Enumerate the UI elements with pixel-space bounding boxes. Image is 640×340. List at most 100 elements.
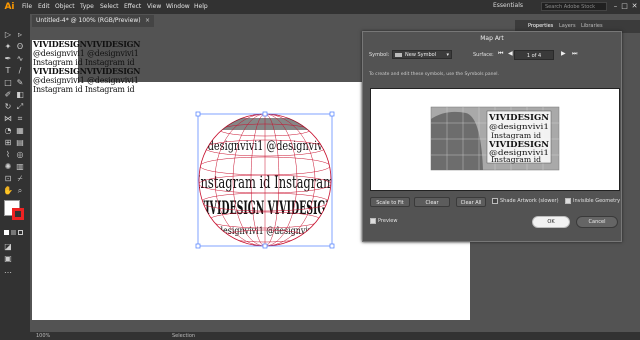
shape-builder-tool-icon[interactable]: ◔ [3,126,13,136]
graph-tool-icon[interactable]: ▥ [15,162,25,172]
map-art-preview: VIVIDESIGN @designvivi1 Instagram id VIV… [370,88,620,191]
line-tool-icon[interactable]: / [15,66,25,76]
document-tab-title: Untitled-4* @ 100% (RGB/Preview) [36,17,141,24]
symbol-select-value: New Symbol [405,52,437,58]
paintbrush-tool-icon[interactable]: ✎ [15,78,25,88]
zoom-tool-icon[interactable]: ⌕ [15,186,25,196]
maximize-icon[interactable]: □ [620,2,629,11]
menu-edit[interactable]: Edit [38,3,50,10]
symbol-text-line: VIVIDESIGN [488,139,549,149]
tab-layers[interactable]: Layers [559,23,576,29]
lasso-tool-icon[interactable]: ʘ [15,42,25,52]
rotate-tool-icon[interactable]: ↻ [3,102,13,112]
selection-handle[interactable] [262,243,268,249]
selection-tool-icon[interactable]: ▷ [3,30,13,40]
selection-handle[interactable] [329,243,335,249]
surface-map-svg[interactable]: VIVIDESIGN @designvivi1 Instagram id VIV… [371,89,619,190]
minimize-icon[interactable]: – [611,2,620,11]
canvas-text-line: @designvivi1 @designvivi1 [33,76,139,85]
slice-tool-icon[interactable]: ⌿ [15,174,25,184]
preview-checkbox[interactable] [370,218,376,224]
stock-search-input[interactable]: Search Adobe Stock [541,2,607,11]
menu-object[interactable]: Object [55,3,75,10]
selection-handle[interactable] [262,111,268,117]
menu-window[interactable]: Window [166,3,190,10]
selection-handle[interactable] [329,111,335,117]
canvas-text-line: @designvivi1 @designvivi1 [33,49,139,58]
menu-bar: Ai File Edit Object Type Select Effect V… [0,0,640,14]
document-tab[interactable]: Untitled-4* @ 100% (RGB/Preview) × [32,15,154,27]
screen-mode-icon[interactable]: ▣ [3,254,13,264]
symbols-panel-hint: To create and edit these symbols, use th… [369,72,499,77]
ok-button[interactable]: OK [532,216,570,228]
pen-tool-icon[interactable]: ✒ [3,54,13,64]
hand-tool-icon[interactable]: ✋ [3,186,13,196]
tab-properties[interactable]: Properties [528,23,553,29]
perspective-grid-tool-icon[interactable]: ▦ [15,126,25,136]
free-transform-tool-icon[interactable]: ⌗ [15,114,25,124]
clear-all-button[interactable]: Clear All [456,197,486,207]
stroke-swatch[interactable] [12,208,24,220]
menu-help[interactable]: Help [194,3,208,10]
selection-handle[interactable] [195,243,201,249]
shaper-tool-icon[interactable]: ✐ [3,90,13,100]
scale-tool-icon[interactable]: ⤢ [15,102,25,112]
invisible-geometry-checkbox[interactable] [565,198,571,204]
canvas-text-line: VIVIDESIGNVIVIDESIGN [33,39,141,49]
magic-wand-tool-icon[interactable]: ✦ [3,42,13,52]
menu-file[interactable]: File [22,3,32,10]
eraser-tool-icon[interactable]: ◧ [15,90,25,100]
symbol-thumbnail-icon [395,53,402,57]
chevron-down-icon: ▾ [446,52,449,58]
previous-surface-icon[interactable]: ◀ [508,50,513,57]
gradient-mode-icon[interactable] [11,230,16,235]
more-tools-icon[interactable]: … [3,266,13,276]
menu-effect[interactable]: Effect [124,3,141,10]
shade-artwork-label: Shade Artwork (slower) [500,198,559,204]
workspace-switcher[interactable]: Essentials [493,2,523,9]
surface-page-field[interactable]: 1 of 4 [514,50,554,60]
illustrator-logo: Ai [4,2,15,12]
eyedropper-tool-icon[interactable]: ⌇ [3,150,13,160]
menu-view[interactable]: View [147,3,161,10]
sphere-mapped-art[interactable]: @designvivi1 @designvivi1 Instagram id I… [190,110,340,252]
source-text-block[interactable]: VIVIDESIGNVIVIDESIGN @designvivi1 @desig… [33,39,141,95]
none-mode-icon[interactable] [18,230,23,235]
symbol-text-line: Instagram id [491,156,542,164]
draw-mode-icon[interactable]: ◪ [3,242,13,252]
curvature-tool-icon[interactable]: ∿ [15,54,25,64]
shade-artwork-checkbox[interactable] [492,198,498,204]
invisible-geometry-label: Invisible Geometry [573,198,621,204]
mesh-tool-icon[interactable]: ⊞ [3,138,13,148]
canvas-text-line: Instagram id Instagram id [33,85,135,94]
symbol-text-line: @designvivi1 [489,123,549,131]
color-mode-icon[interactable] [4,230,9,235]
menu-type[interactable]: Type [80,3,94,10]
selection-handle[interactable] [195,111,201,117]
last-surface-icon[interactable]: ⏭ [572,50,577,58]
type-tool-icon[interactable]: T [3,66,13,76]
menu-select[interactable]: Select [100,3,119,10]
tab-libraries[interactable]: Libraries [581,23,603,29]
rectangle-tool-icon[interactable]: □ [3,78,13,88]
direct-selection-tool-icon[interactable]: ▹ [15,30,25,40]
symbol-label: Symbol: [369,52,390,58]
clear-button[interactable]: Clear [414,197,450,207]
canvas-text-line: VIVIDESIGNVIVIDESIGN [33,66,141,76]
cancel-button[interactable]: Cancel [576,216,618,228]
zoom-level[interactable]: 100% [36,333,50,339]
blend-tool-icon[interactable]: ◎ [15,150,25,160]
artboard-tool-icon[interactable]: ⊡ [3,174,13,184]
gradient-tool-icon[interactable]: ▤ [15,138,25,148]
first-surface-icon[interactable]: ⏮ [498,50,503,58]
symbol-sprayer-tool-icon[interactable]: ✺ [3,162,13,172]
symbol-select[interactable]: New Symbol ▾ [392,50,452,59]
tab-close-icon[interactable]: × [145,15,150,27]
current-tool-label: Selection [172,333,196,339]
scale-to-fit-button[interactable]: Scale to Fit [370,197,410,207]
symbol-text-line: VIVIDESIGN [488,112,549,122]
next-surface-icon[interactable]: ▶ [561,50,566,57]
width-tool-icon[interactable]: ⋈ [3,114,13,124]
dialog-title: Map Art [480,35,504,42]
close-icon[interactable]: ✕ [630,2,639,11]
